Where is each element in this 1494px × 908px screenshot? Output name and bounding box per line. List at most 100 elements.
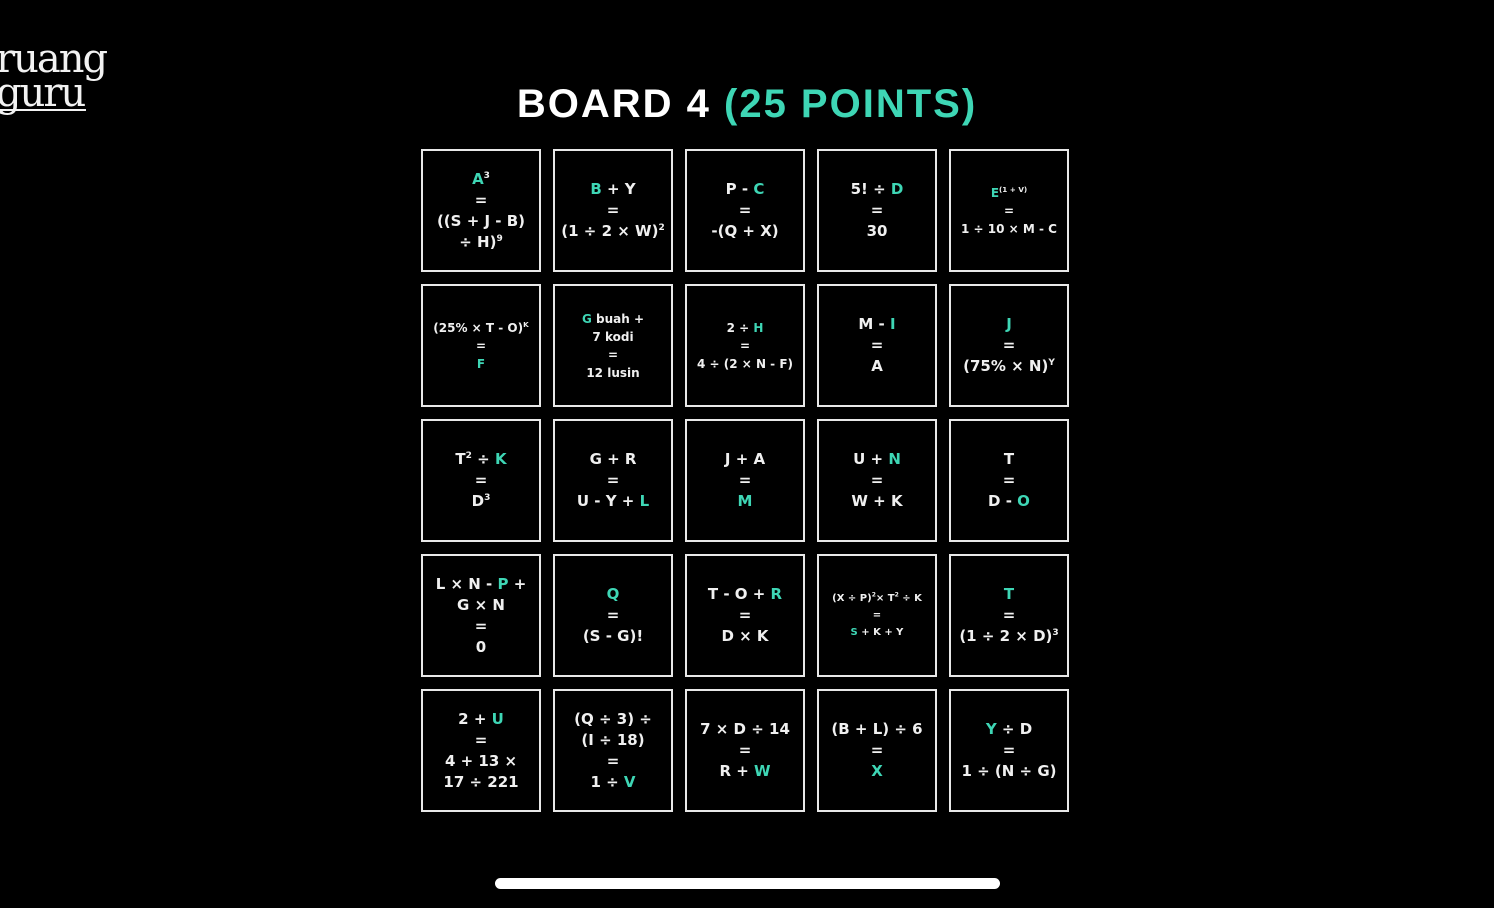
tile-equation-line: =: [1003, 740, 1016, 761]
unknown-variable: T: [1003, 585, 1015, 603]
board-tile-10[interactable]: J = (75% × N)Y: [949, 284, 1069, 407]
equation-text: (X ÷ P): [832, 593, 872, 604]
equation-text: =: [475, 338, 487, 353]
tile-equation-line: 30: [867, 221, 888, 242]
tile-equation-line: =: [739, 740, 752, 761]
board-tile-8[interactable]: 2 ÷ H = 4 ÷ (2 × N - F): [685, 284, 805, 407]
board-tile-21[interactable]: 2 + U = 4 + 13 × 17 ÷ 221: [421, 689, 541, 812]
equation-text: P -: [725, 180, 754, 198]
equation-text: =: [606, 751, 620, 770]
equation-text: 1 ÷ 10 × M - C: [961, 221, 1057, 236]
equation-text: D: [471, 492, 485, 510]
tile-equation-line: A3: [472, 169, 490, 190]
unknown-variable: H: [753, 320, 764, 335]
unknown-variable: R: [770, 585, 783, 603]
tile-equation-line: (25% × T - O)K: [433, 319, 528, 337]
unknown-variable: N: [888, 450, 901, 468]
unknown-variable: P: [497, 574, 509, 593]
tile-equation-line: G + R: [590, 449, 637, 470]
equation-text: 17 ÷ 221: [443, 772, 519, 791]
tile-equation-line: =: [871, 740, 884, 761]
tile-equation-line: =: [740, 337, 750, 355]
tile-equation-line: T: [1004, 584, 1014, 605]
tile-equation-line: (S - G)!: [583, 626, 643, 647]
board-tile-3[interactable]: P - C = -(Q + X): [685, 149, 805, 272]
board-tile-2[interactable]: B + Y = (1 ÷ 2 × W)2: [553, 149, 673, 272]
tile-equation-line: G buah +: [582, 310, 644, 328]
board-tile-7[interactable]: G buah +7 kodi = 12 lusin: [553, 284, 673, 407]
equation-text: + K + Y: [857, 627, 904, 638]
tile-equation-line: (75% × N)Y: [963, 356, 1055, 377]
equation-text: =: [1002, 606, 1016, 624]
board-tile-12[interactable]: G + R = U - Y + L: [553, 419, 673, 542]
board-tile-5[interactable]: E(1 + V) = 1 ÷ 10 × M - C: [949, 149, 1069, 272]
equation-text: =: [1003, 203, 1015, 218]
tile-equation-line: 2 + U: [458, 709, 504, 730]
tile-equation-line: 12 lusin: [586, 364, 639, 382]
tile-equation-line: D - O: [988, 491, 1030, 512]
tile-equation-line: E(1 + V): [991, 184, 1027, 202]
unknown-variable: X: [871, 762, 883, 780]
board-tile-15[interactable]: T = D - O: [949, 419, 1069, 542]
tile-equation-line: M: [738, 491, 753, 512]
board-tile-20[interactable]: T = (1 ÷ 2 × D)3: [949, 554, 1069, 677]
tile-equation-line: =: [739, 200, 752, 221]
equation-text: (B + L) ÷ 6: [831, 720, 923, 738]
equation-text: (1 ÷ 2 × D): [959, 627, 1053, 645]
equation-text: (1 + V): [999, 184, 1028, 194]
equation-text: 0: [475, 637, 487, 656]
tile-equation-line: J: [1006, 314, 1012, 335]
tile-equation-line: =: [607, 200, 620, 221]
board-tile-6[interactable]: (25% × T - O)K = F: [421, 284, 541, 407]
board-tile-1[interactable]: A3 = ((S + J - B) ÷ H)9: [421, 149, 541, 272]
equation-text: 2 +: [458, 709, 492, 728]
tile-equation-line: =: [871, 335, 884, 356]
board-tile-9[interactable]: M - I = A: [817, 284, 937, 407]
equation-text: L × N -: [435, 574, 498, 593]
tile-equation-line: L × N - P +: [436, 574, 527, 595]
tile-equation-line: =: [475, 616, 488, 637]
tile-equation-line: =: [871, 470, 884, 491]
equation-text: 5! ÷: [850, 180, 891, 198]
tile-equation-line: T - O + R: [708, 584, 782, 605]
board-tile-14[interactable]: U + N = W + K: [817, 419, 937, 542]
tile-equation-line: =: [475, 190, 488, 211]
unknown-variable: D: [890, 180, 904, 198]
tile-equation-line: A: [871, 356, 883, 377]
equation-text: Y: [1048, 358, 1055, 368]
equation-text: T: [455, 450, 466, 468]
board-tile-19[interactable]: (X ÷ P)2× T2 ÷ K = S + K + Y: [817, 554, 937, 677]
equation-text: M -: [858, 315, 890, 333]
equation-text: A: [871, 357, 883, 375]
home-indicator-bar[interactable]: [495, 878, 1000, 889]
tile-equation-line: X: [871, 761, 883, 782]
tile-equation-line: =: [871, 200, 884, 221]
tile-equation-line: =: [475, 730, 488, 751]
tile-equation-line: =: [608, 346, 618, 364]
board-tile-25[interactable]: Y ÷ D = 1 ÷ (N ÷ G): [949, 689, 1069, 812]
board-tile-24[interactable]: (B + L) ÷ 6 = X: [817, 689, 937, 812]
tile-equation-line: 4 ÷ (2 × N - F): [697, 355, 793, 373]
tile-equation-line: ÷ H)9: [459, 232, 502, 253]
tile-equation-line: 1 ÷ (N ÷ G): [961, 761, 1056, 782]
board-tile-23[interactable]: 7 × D ÷ 14 = R + W: [685, 689, 805, 812]
board-tile-11[interactable]: T2 ÷ K = D3: [421, 419, 541, 542]
board-tile-4[interactable]: 5! ÷ D = 30: [817, 149, 937, 272]
tile-equation-line: 0: [476, 637, 486, 658]
tile-equation-line: U + N: [853, 449, 901, 470]
board-tile-13[interactable]: J + A = M: [685, 419, 805, 542]
equation-text: T - O +: [707, 585, 771, 603]
equation-text: 30: [866, 222, 888, 240]
equation-text: =: [738, 201, 752, 219]
equation-text: G + R: [589, 450, 637, 468]
equation-text: 9: [496, 233, 503, 244]
equation-text: 7 kodi: [592, 329, 634, 344]
equation-text: U +: [853, 450, 889, 468]
board-tile-22[interactable]: (Q ÷ 3) ÷ (I ÷ 18) = 1 ÷ V: [553, 689, 673, 812]
board-tile-16[interactable]: L × N - P + G × N = 0: [421, 554, 541, 677]
board-tile-17[interactable]: Q = (S - G)!: [553, 554, 673, 677]
equation-text: =: [474, 616, 488, 635]
equation-text: =: [870, 201, 884, 219]
tile-equation-line: P - C: [726, 179, 765, 200]
board-tile-18[interactable]: T - O + R = D × K: [685, 554, 805, 677]
